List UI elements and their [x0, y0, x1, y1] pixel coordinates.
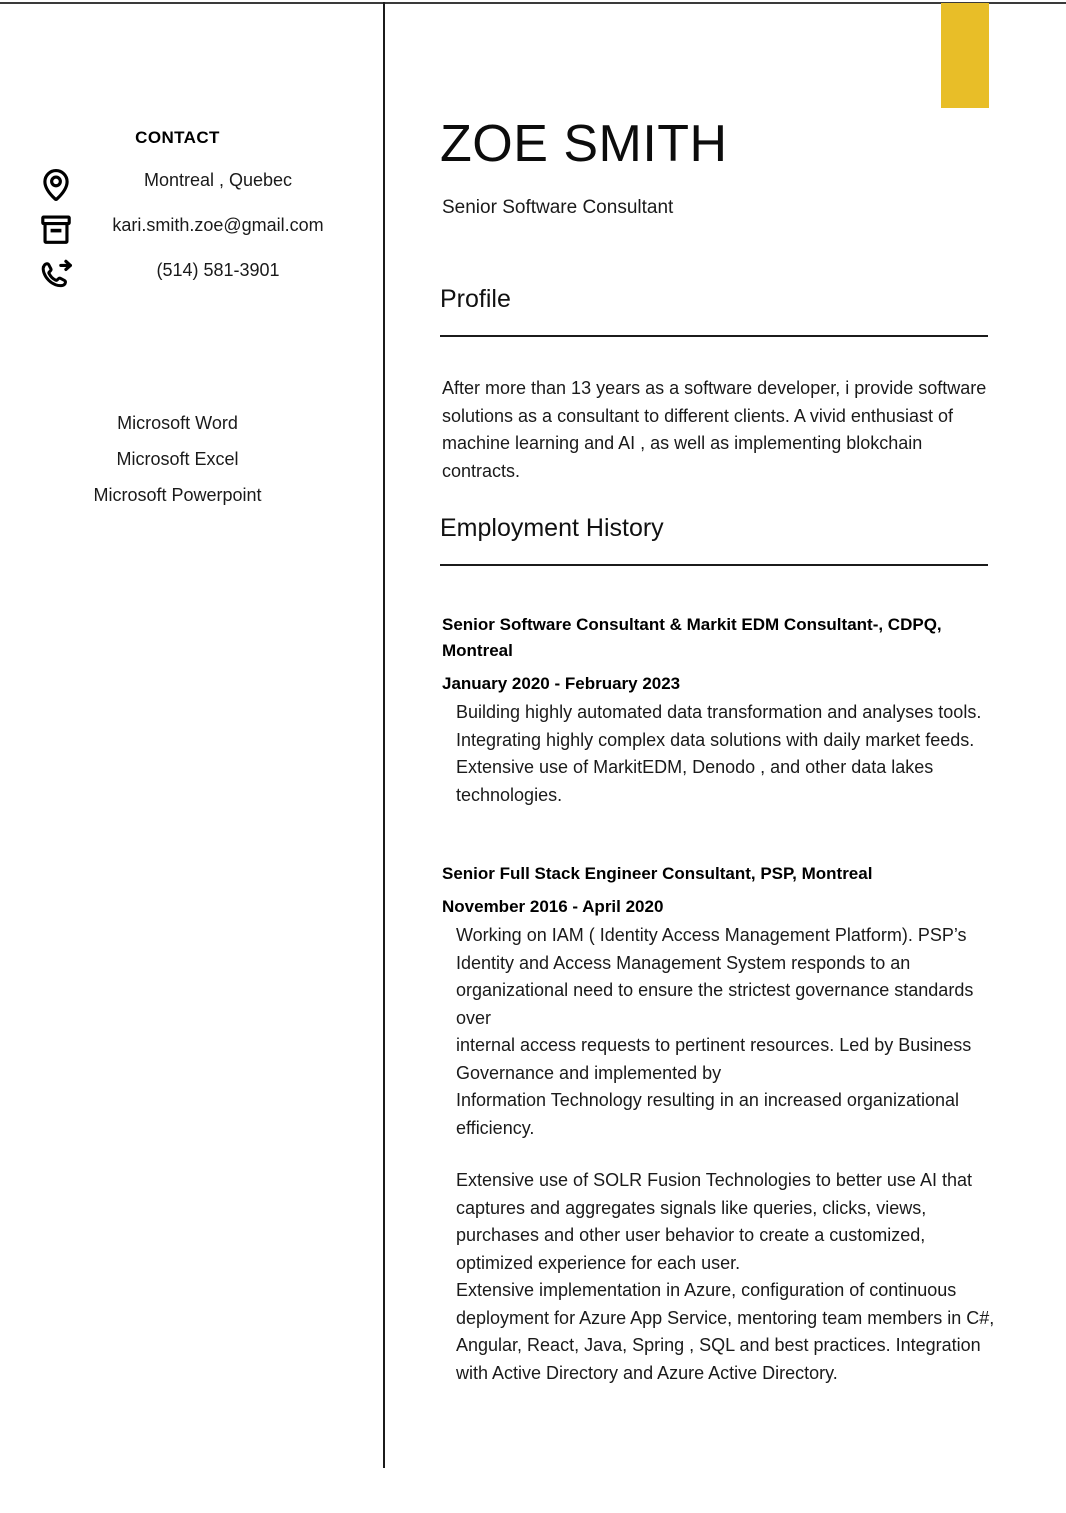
column-divider [383, 2, 385, 1468]
resume-page: CONTACT Montreal , Quebec kari.smith.zoe… [0, 0, 1066, 1513]
job-dates: January 2020 - February 2023 [442, 674, 681, 693]
profile-section: Profile [440, 285, 988, 337]
contact-location-value: Montreal , Quebec [143, 170, 293, 190]
profile-section-rule [440, 334, 988, 337]
skills-list: Microsoft Word Microsoft Excel Microsoft… [0, 405, 355, 513]
sidebar: CONTACT Montreal , Quebec kari.smith.zoe… [0, 0, 383, 1513]
job-paragraph: Extensive use of SOLR Fusion Technologie… [456, 1170, 972, 1273]
job-paragraph: Building highly automated data transform… [456, 702, 982, 722]
job-paragraph: Information Technology resulting in an i… [456, 1090, 959, 1138]
contact-email-value: kari.smith.zoe@gmail.com [112, 215, 324, 235]
job-dates: November 2016 - April 2020 [442, 897, 664, 916]
skill-item: Microsoft Excel [116, 449, 239, 469]
phone-outgoing-icon [38, 257, 74, 293]
location-pin-icon [38, 167, 74, 203]
job-description: Working on IAM ( Identity Access Managem… [442, 922, 1002, 1387]
profile-body-text: After more than 13 years as a software d… [442, 378, 987, 481]
job-description: Building highly automated data transform… [442, 699, 1002, 809]
job-paragraph: internal access requests to pertinent re… [456, 1035, 972, 1083]
skill-item: Microsoft Word [117, 413, 238, 433]
accent-block [941, 3, 989, 108]
skill-item: Microsoft Powerpoint [93, 485, 262, 505]
employment-section-title: Employment History [440, 514, 664, 542]
contact-row-email: kari.smith.zoe@gmail.com [0, 210, 383, 255]
job-paragraph: Extensive implementation in Azure, confi… [456, 1280, 995, 1383]
employment-section-rule [440, 563, 988, 566]
contact-heading: CONTACT [135, 128, 220, 147]
job-title: Senior Software Consultant & Markit EDM … [442, 615, 942, 660]
contact-row-phone: (514) 581-3901 [0, 255, 383, 300]
job-entry: Senior Full Stack Engineer Consultant, P… [442, 861, 994, 1387]
page-title: ZOE SMITH [440, 115, 728, 173]
job-role-subtitle: Senior Software Consultant [442, 197, 674, 218]
profile-section-title: Profile [440, 285, 511, 313]
job-paragraph: Working on IAM ( Identity Access Managem… [456, 925, 974, 1028]
job-spacer [442, 809, 994, 861]
employment-section: Employment History [440, 514, 988, 566]
job-title: Senior Full Stack Engineer Consultant, P… [442, 864, 873, 883]
contact-row-location: Montreal , Quebec [0, 165, 383, 210]
job-paragraph: Integrating highly complex data solution… [456, 729, 975, 805]
job-entry: Senior Software Consultant & Markit EDM … [442, 612, 994, 809]
contact-list: Montreal , Quebec kari.smith.zoe@gmail.c… [0, 165, 383, 300]
contact-phone-value: (514) 581-3901 [156, 260, 280, 280]
inbox-icon [38, 212, 74, 248]
employment-list: Senior Software Consultant & Markit EDM … [442, 612, 994, 1387]
